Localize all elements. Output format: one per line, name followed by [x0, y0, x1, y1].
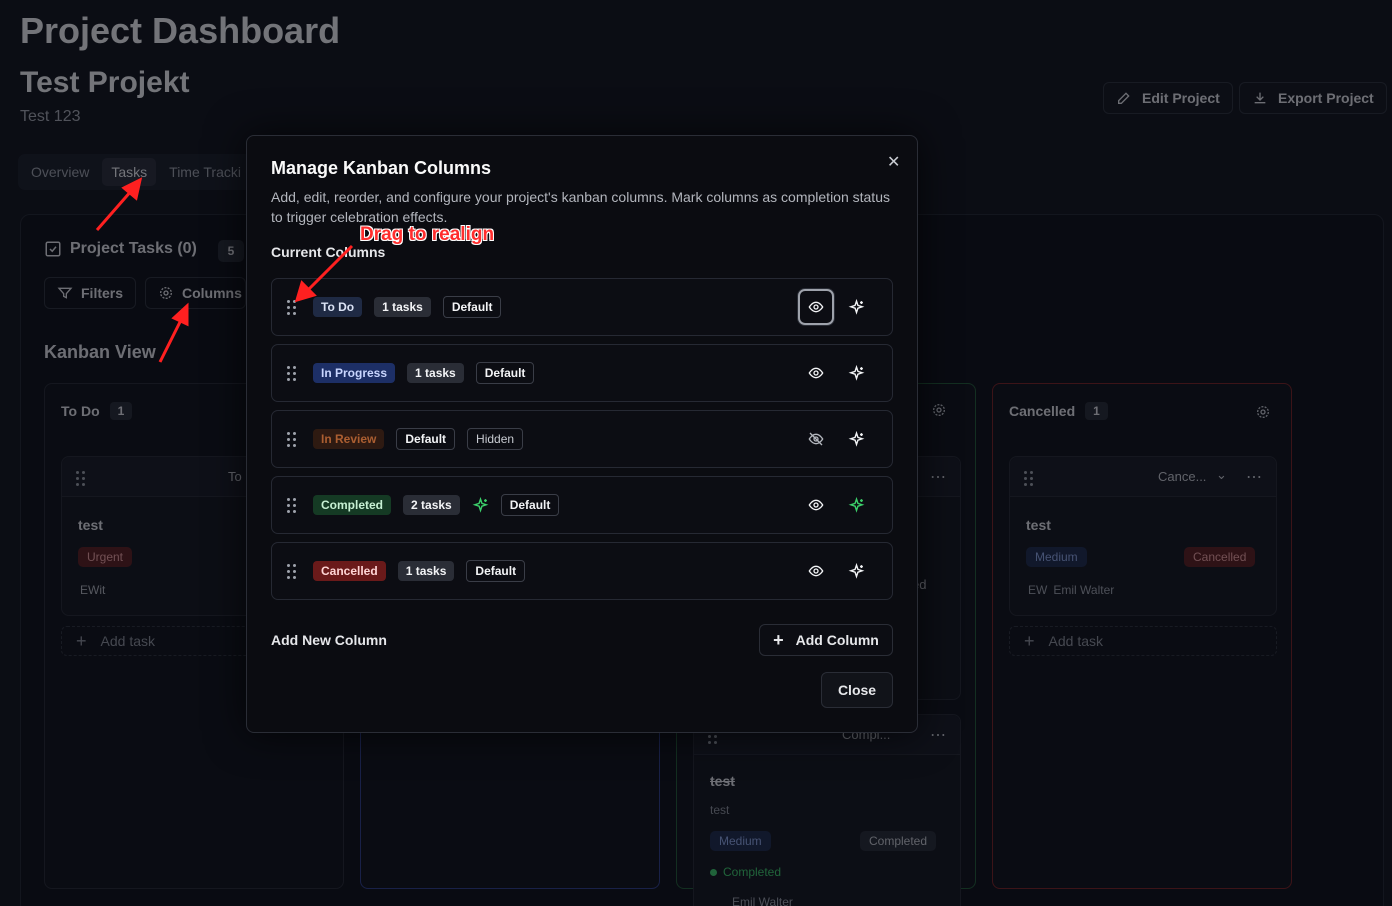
- annotation-label: Drag to realign: [360, 224, 495, 245]
- arrow-to-columns-button: [158, 319, 183, 363]
- arrow-to-tasks-tab: [95, 189, 134, 231]
- annotation-arrows: [95, 177, 354, 363]
- arrowhead: [171, 302, 189, 327]
- arrow-to-drag-handle: [306, 244, 354, 292]
